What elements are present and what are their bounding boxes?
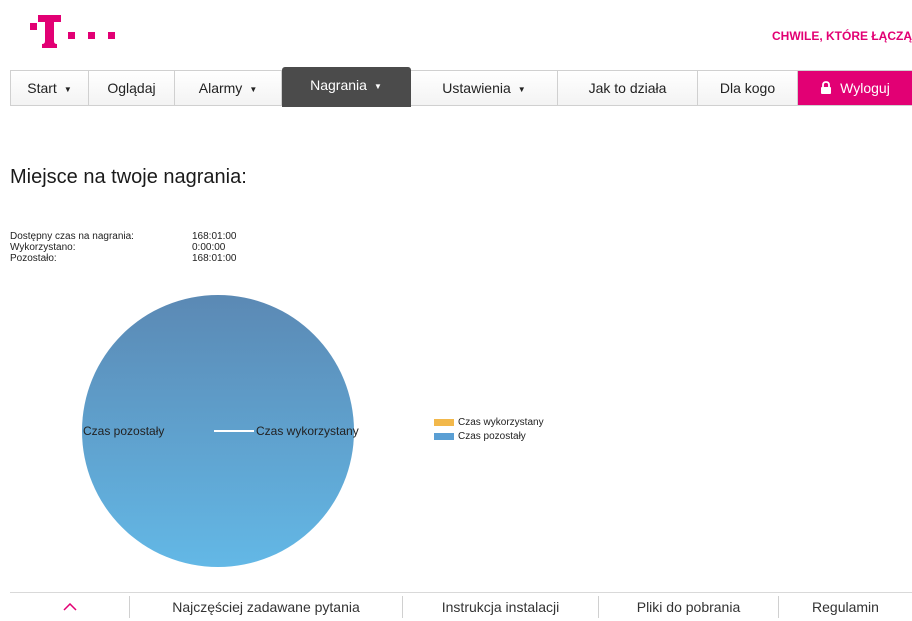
stat-used-time: Wykorzystano: 0:00:00 — [10, 242, 237, 253]
caret-down-icon: ▼ — [249, 84, 258, 94]
logout-button[interactable]: Wyloguj — [798, 71, 912, 105]
footer-link-label: Pliki do pobrania — [636, 599, 741, 615]
nav-item-dla-kogo[interactable]: Dla kogo — [698, 71, 798, 105]
nav-item-start[interactable]: Start ▼ — [11, 71, 89, 105]
footer-link-faq[interactable]: Najczęściej zadawane pytania — [130, 596, 403, 618]
stat-value: 168:01:00 — [192, 253, 237, 264]
nav-item-label: Alarmy — [198, 80, 243, 96]
stat-remaining-time: Pozostało: 168:01:00 — [10, 253, 237, 264]
footer-nav: Najczęściej zadawane pytania Instrukcja … — [10, 592, 912, 621]
stat-value: 168:01:00 — [192, 231, 237, 242]
legend-label: Czas pozostały — [458, 430, 526, 442]
footer-link-label: Instrukcja instalacji — [441, 599, 560, 615]
telekom-logo[interactable] — [30, 15, 120, 49]
page: CHWILE, KTÓRE ŁĄCZĄ Start ▼ Oglądaj Alar… — [0, 0, 912, 621]
legend-swatch — [434, 432, 454, 440]
nav-item-label: Nagrania — [310, 77, 367, 93]
nav-item-label: Ustawienia — [442, 80, 511, 96]
footer-link-downloads[interactable]: Pliki do pobrania — [599, 596, 779, 618]
pie-slice-label: Czas pozostały — [83, 424, 165, 438]
chevron-up-icon — [62, 603, 77, 611]
legend-item-used: Czas wykorzystany — [434, 416, 544, 428]
stat-available-time: Dostępny czas na nagrania: 168:01:00 — [10, 231, 237, 242]
legend-label: Czas wykorzystany — [458, 416, 544, 428]
logout-label: Wyloguj — [840, 80, 890, 96]
stat-label: Wykorzystano: — [10, 242, 76, 253]
recording-stats: Dostępny czas na nagrania: 168:01:00 Wyk… — [10, 231, 237, 264]
chart-legend: Czas wykorzystany Czas pozostały — [434, 416, 544, 444]
page-title: Miejsce na twoje nagrania: — [10, 166, 247, 188]
stat-label: Dostępny czas na nagrania: — [10, 231, 134, 242]
pie-slice-label: Czas wykorzystany — [256, 424, 359, 438]
scroll-top-button[interactable] — [10, 596, 130, 618]
legend-item-remaining: Czas pozostały — [434, 430, 544, 442]
nav-item-label: Oglądaj — [107, 80, 156, 96]
nav-item-ogladaj[interactable]: Oglądaj — [89, 71, 175, 105]
caret-down-icon: ▼ — [63, 84, 72, 94]
main-nav: Start ▼ Oglądaj Alarmy ▼ Nagrania ▼ Usta… — [10, 67, 912, 107]
footer-link-terms[interactable]: Regulamin — [779, 596, 912, 618]
nav-item-jak-to-dziala[interactable]: Jak to działa — [558, 71, 698, 105]
footer-link-label: Regulamin — [812, 599, 879, 615]
nav-item-label: Jak to działa — [588, 80, 667, 96]
legend-swatch — [434, 418, 454, 426]
footer-link-label: Najczęściej zadawane pytania — [172, 599, 360, 615]
nav-item-ustawienia[interactable]: Ustawienia ▼ — [411, 71, 558, 105]
nav-item-alarmy[interactable]: Alarmy ▼ — [175, 71, 282, 105]
stat-label: Pozostało: — [10, 253, 57, 264]
footer-link-installation[interactable]: Instrukcja instalacji — [403, 596, 599, 618]
caret-down-icon: ▼ — [517, 84, 526, 94]
nav-item-label: Start — [27, 80, 57, 96]
caret-down-icon: ▼ — [373, 81, 382, 91]
stat-value: 0:00:00 — [192, 242, 226, 253]
storage-pie-chart: Czas pozostały Czas wykorzystany — [70, 285, 370, 580]
lock-icon — [821, 80, 832, 94]
nav-item-nagrania[interactable]: Nagrania ▼ — [282, 67, 411, 107]
nav-item-label: Dla kogo — [719, 80, 776, 96]
tagline: CHWILE, KTÓRE ŁĄCZĄ — [772, 29, 912, 43]
